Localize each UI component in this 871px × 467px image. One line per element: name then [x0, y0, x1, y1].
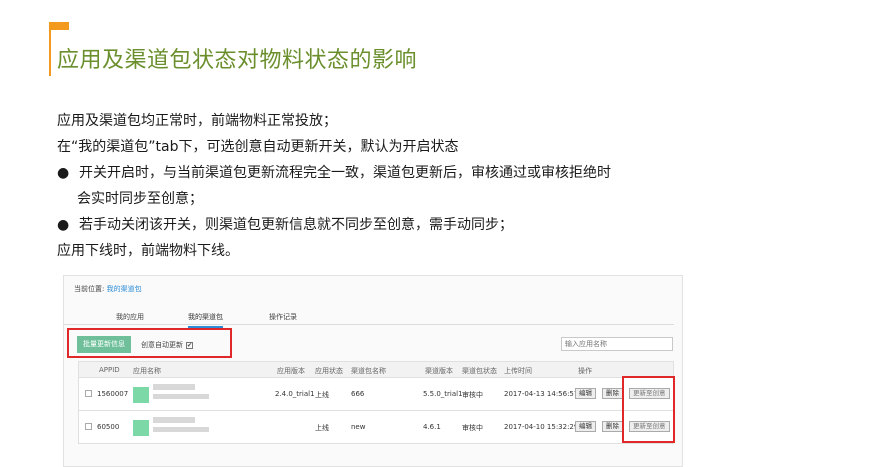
tab-operation-log[interactable]: 操作记录: [269, 312, 297, 322]
table-row: 60500 上线 new 4.6.1 审核中 2017-04-10 15:32:…: [78, 411, 674, 444]
cell-package-status: 审核中: [462, 391, 483, 399]
cell-upload-time: 2017-04-13 14:56:57: [504, 390, 579, 398]
cell-appid: 60500: [97, 423, 120, 431]
app-icon: [133, 420, 149, 436]
delete-button[interactable]: 删除: [602, 388, 623, 399]
blurred-app-name: [153, 384, 195, 390]
column-header: 渠道包名称: [351, 367, 386, 375]
highlight-box-toggle: [67, 328, 232, 358]
cell-package-status: 审核中: [462, 424, 483, 432]
tab-my-apps[interactable]: 我的应用: [116, 312, 144, 322]
column-header: 渠道版本: [425, 367, 453, 375]
blurred-app-detail: [153, 394, 209, 399]
text-line: 应用及渠道包均正常时，前端物料正常投放；: [57, 113, 337, 129]
title-accent-bar: [49, 22, 69, 30]
bullet-icon: ●: [57, 217, 70, 233]
bullet-item: ● 开关开启时，与当前渠道包更新流程完全一致，渠道包更新后，审核通过或审核拒绝时: [57, 160, 611, 186]
table-header: APPID 应用名称 应用版本 应用状态 渠道包名称 渠道版本 渠道包状态 上传…: [78, 361, 674, 378]
bullet-item: ● 若手动关闭该开关，则渠道包更新信息就不同步至创意，需手动同步；: [57, 212, 611, 238]
column-header: 渠道包状态: [462, 367, 497, 375]
page-title: 应用及渠道包状态对物料状态的影响: [57, 48, 418, 73]
app-search-input[interactable]: [561, 337, 673, 351]
tab-my-packages[interactable]: 我的渠道包: [188, 312, 223, 328]
cell-appid: 1560007: [97, 390, 129, 398]
breadcrumb-label: 当前位置:: [74, 285, 105, 293]
cell-package-name: 666: [351, 390, 365, 398]
table-row: 1560007 2.4.0_trial1 上线 666 5.5.0_trial1…: [78, 378, 674, 411]
column-header: 操作: [578, 367, 592, 375]
column-header: 应用状态: [315, 367, 343, 375]
cell-upload-time: 2017-04-10 15:32:29: [504, 423, 579, 431]
column-header: 应用名称: [133, 367, 161, 375]
tab-bar: 我的应用 我的渠道包 操作记录: [64, 309, 674, 328]
cell-app-status: 上线: [315, 424, 329, 432]
app-icon: [133, 387, 149, 403]
edit-button[interactable]: 编辑: [575, 421, 596, 432]
cell-app-version: 2.4.0_trial1: [275, 390, 315, 398]
column-header: 上传时间: [504, 367, 532, 375]
blurred-app-detail: [153, 427, 209, 432]
cell-package-version: 5.5.0_trial1: [423, 390, 463, 398]
cell-app-status: 上线: [315, 391, 329, 399]
column-header: 应用版本: [277, 367, 305, 375]
row-checkbox[interactable]: [85, 423, 92, 430]
delete-button[interactable]: 删除: [602, 421, 623, 432]
row-checkbox[interactable]: [85, 390, 92, 397]
cell-package-version: 4.6.1: [423, 423, 441, 431]
bullet-text: 开关开启时，与当前渠道包更新流程完全一致，渠道包更新后，审核通过或审核拒绝时: [79, 165, 611, 181]
breadcrumb: 当前位置: 我的渠道包: [74, 284, 142, 294]
bullet-continuation: 会实时同步至创意；: [77, 191, 203, 207]
bullet-icon: ●: [57, 165, 70, 181]
breadcrumb-link[interactable]: 我的渠道包: [107, 285, 142, 293]
highlight-box-sync-column: [622, 376, 675, 443]
column-header: APPID: [99, 366, 120, 374]
cell-package-name: new: [351, 423, 366, 431]
embedded-screenshot: 当前位置: 我的渠道包 我的应用 我的渠道包 操作记录 批量更新信息 创意自动更…: [63, 275, 683, 467]
title-vertical-rule: [49, 30, 51, 76]
edit-button[interactable]: 编辑: [575, 388, 596, 399]
text-line: 应用下线时，前端物料下线。: [57, 243, 239, 259]
blurred-app-name: [153, 417, 195, 423]
body-text: 应用及渠道包均正常时，前端物料正常投放； 在“我的渠道包”tab下，可选创意自动…: [57, 108, 611, 264]
bullet-text: 若手动关闭该开关，则渠道包更新信息就不同步至创意，需手动同步；: [79, 217, 513, 233]
text-line: 在“我的渠道包”tab下，可选创意自动更新开关，默认为开启状态: [57, 139, 459, 155]
